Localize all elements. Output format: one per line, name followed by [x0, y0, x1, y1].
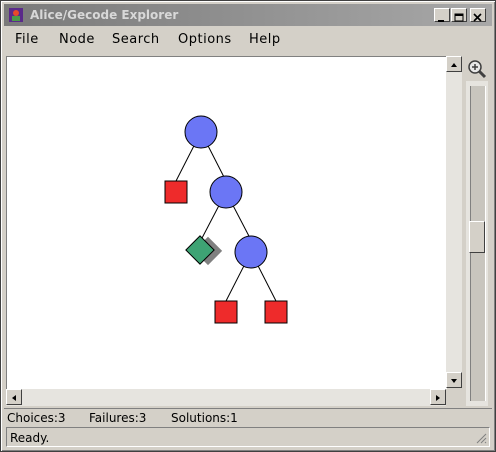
failure-node[interactable] — [214, 300, 238, 324]
arrow-down-icon — [451, 379, 457, 383]
vertical-scrollbar[interactable] — [446, 56, 462, 388]
scroll-right-button[interactable] — [430, 389, 446, 405]
arrow-up-icon — [451, 63, 457, 67]
menu-bar: File Node Search Options Help — [4, 29, 492, 51]
horizontal-scrollbar[interactable] — [6, 389, 446, 406]
search-tree-canvas[interactable] — [6, 56, 447, 389]
title-bar[interactable]: Alice/Gecode Explorer — [4, 4, 492, 26]
scroll-left-button[interactable] — [6, 389, 22, 405]
menu-options[interactable]: Options — [178, 32, 232, 48]
minimize-button[interactable] — [434, 8, 450, 22]
solutions-count: Solutions:1 — [171, 411, 238, 425]
menu-file[interactable]: File — [15, 32, 39, 48]
menu-node[interactable]: Node — [59, 32, 95, 48]
zoom-slider[interactable] — [466, 81, 488, 406]
explorer-window: Alice/Gecode Explorer File Node Search O… — [0, 0, 496, 452]
status-message: Ready. — [10, 431, 50, 445]
window-title: Alice/Gecode Explorer — [30, 8, 179, 22]
maximize-button[interactable] — [451, 8, 467, 22]
gecode-app-icon — [9, 8, 23, 22]
close-button[interactable] — [470, 8, 486, 22]
resize-grip-icon[interactable] — [475, 432, 487, 444]
maximize-icon — [454, 13, 464, 22]
choice-node[interactable] — [234, 235, 268, 269]
choices-count: Choices:3 — [7, 411, 66, 425]
scroll-down-button[interactable] — [446, 372, 462, 388]
status-bar: Ready. — [6, 427, 490, 447]
statistics-bar: Choices:3 Failures:3 Solutions:1 — [4, 408, 492, 427]
scroll-up-button[interactable] — [446, 56, 462, 72]
failures-count: Failures:3 — [89, 411, 147, 425]
menu-search[interactable]: Search — [112, 32, 160, 48]
choice-node-root[interactable] — [184, 115, 218, 149]
minimize-icon — [438, 20, 444, 22]
zoom-slider-thumb[interactable] — [469, 221, 485, 253]
failure-node[interactable] — [164, 180, 188, 204]
arrow-left-icon — [12, 395, 16, 401]
choice-node[interactable] — [209, 175, 243, 209]
close-icon — [473, 13, 482, 22]
zoom-icon[interactable] — [466, 59, 488, 79]
arrow-right-icon — [436, 395, 440, 401]
failure-node[interactable] — [264, 300, 288, 324]
menu-help[interactable]: Help — [249, 32, 281, 48]
search-tree — [164, 115, 288, 324]
